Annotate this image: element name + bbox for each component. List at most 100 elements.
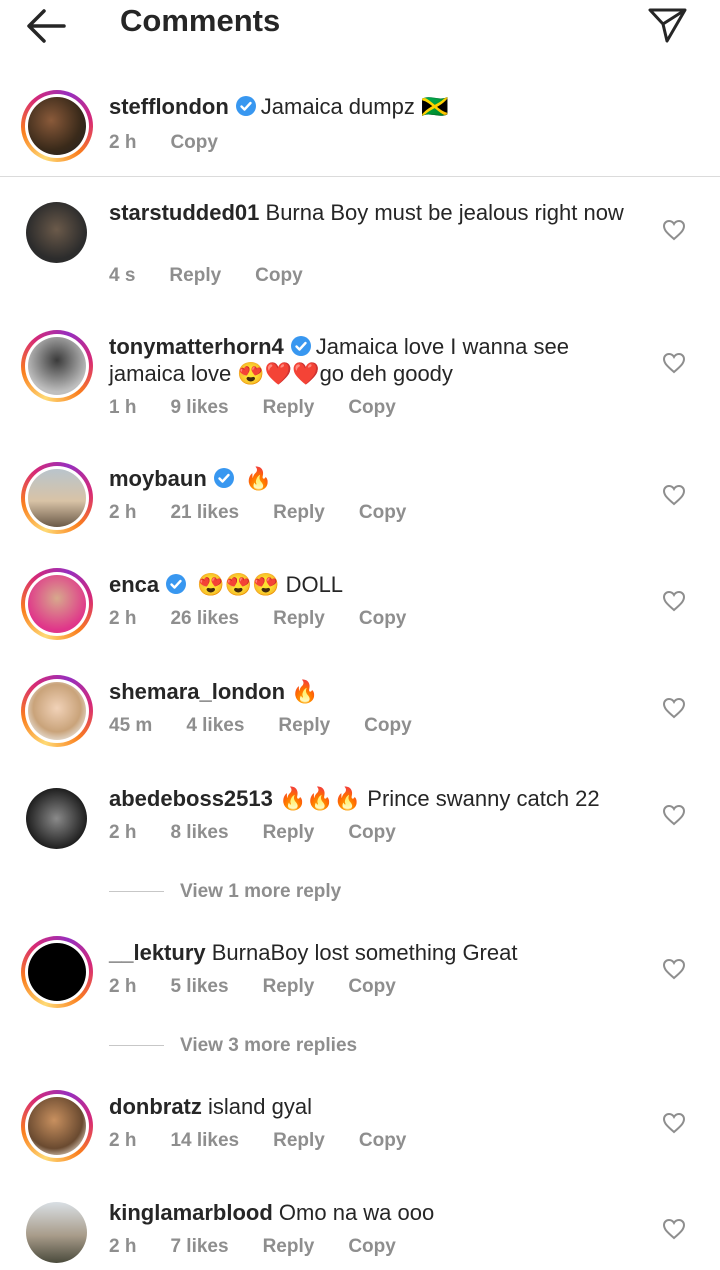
divider-line [109,891,164,893]
comment-text: tonymatterhorn4 Jamaica love I wanna see … [109,333,629,387]
paper-plane-icon[interactable] [645,4,689,44]
comment-body: BurnaBoy lost something Great [211,940,518,965]
reply-button[interactable]: Reply [169,265,221,287]
reply-button[interactable]: Reply [278,715,330,737]
comment-username[interactable]: donbratz [109,1094,202,1119]
reply-button[interactable]: Reply [273,502,325,524]
caption-time: 2 h [109,132,137,153]
reply-button[interactable]: Reply [263,822,315,844]
comment-body: Omo na wa ooo [278,1200,435,1225]
avatar[interactable] [26,788,87,849]
comment-body: 🔥🔥🔥 Prince swanny catch 22 [279,786,600,811]
copy-button[interactable]: Copy [255,265,303,287]
view-more-label: View 1 more reply [180,881,342,902]
verified-badge-icon [213,468,234,488]
comment-body: Burna Boy must be jealous right now [265,200,624,225]
heart-icon[interactable] [662,958,686,980]
comment-body: 😍😍😍 DOLL [197,572,344,597]
copy-button[interactable]: Copy [348,976,396,998]
avatar[interactable] [21,1090,93,1162]
comment-username[interactable]: starstudded01 [109,200,259,225]
reply-button[interactable]: Reply [263,1236,315,1258]
comment-text: abedeboss2513 🔥🔥🔥 Prince swanny catch 22 [109,785,629,812]
comment-text: moybaun 🔥 [109,465,629,492]
arrow-left-icon[interactable] [24,6,68,46]
reply-button[interactable]: Reply [263,397,315,419]
page-title: Comments [120,3,281,38]
heart-icon[interactable] [662,219,686,241]
copy-button[interactable]: Copy [348,822,396,844]
comment-body: 🔥 [244,466,273,491]
caption-meta: 2 h Copy [109,132,252,154]
comment-text: starstudded01 Burna Boy must be jealous … [109,199,629,226]
comment-meta: 2 h 26 likes Reply Copy [109,608,440,630]
avatar[interactable] [26,1202,87,1263]
likes-count[interactable]: 9 likes [170,397,228,419]
comment-text: kinglamarblood Omo na wa ooo [109,1199,629,1226]
comment-username[interactable]: tonymatterhorn4 [109,334,284,359]
caption-username[interactable]: stefflondon [109,94,229,119]
caption-body: Jamaica dumpz 🇯🇲 [260,94,449,119]
avatar[interactable] [21,90,93,162]
comment-time: 1 h [109,397,137,418]
comment-username[interactable]: kinglamarblood [109,1200,273,1225]
copy-button[interactable]: Copy [359,608,407,630]
copy-button[interactable]: Copy [348,397,396,419]
avatar[interactable] [21,936,93,1008]
reply-button[interactable]: Reply [263,976,315,998]
comment-username[interactable]: moybaun [109,466,207,491]
comment-username[interactable]: abedeboss2513 [109,786,273,811]
heart-icon[interactable] [662,804,686,826]
copy-button[interactable]: Copy [348,1236,396,1258]
likes-count[interactable]: 21 likes [170,502,239,524]
view-more-replies[interactable]: View 1 more reply [109,881,341,903]
heart-icon[interactable] [662,697,686,719]
comment-meta: 45 m 4 likes Reply Copy [109,715,446,737]
avatar[interactable] [21,330,93,402]
reply-button[interactable]: Reply [273,1130,325,1152]
caption-text: stefflondon Jamaica dumpz 🇯🇲 [109,93,629,120]
comment-text: shemara_london 🔥 [109,678,629,705]
view-more-label: View 3 more replies [180,1035,358,1056]
comment-meta: 2 h 21 likes Reply Copy [109,502,440,524]
comment-body: 🔥 [291,679,319,704]
comment-username[interactable]: enca [109,572,159,597]
verified-badge-icon [235,96,256,116]
comment-time: 2 h [109,822,137,843]
likes-count[interactable]: 14 likes [170,1130,239,1152]
comment-time: 2 h [109,502,137,523]
copy-button[interactable]: Copy [170,132,218,154]
avatar[interactable] [26,202,87,263]
divider-line [109,1045,164,1047]
comment-username[interactable]: __lektury [109,940,206,965]
heart-icon[interactable] [662,1112,686,1134]
reply-button[interactable]: Reply [273,608,325,630]
comment-username[interactable]: shemara_london [109,679,285,704]
heart-icon[interactable] [662,1218,686,1240]
comment-meta: 2 h 14 likes Reply Copy [109,1130,440,1152]
avatar[interactable] [21,462,93,534]
likes-count[interactable]: 8 likes [170,822,228,844]
avatar[interactable] [21,568,93,640]
likes-count[interactable]: 5 likes [170,976,228,998]
heart-icon[interactable] [662,484,686,506]
avatar[interactable] [21,675,93,747]
post-caption: stefflondon Jamaica dumpz 🇯🇲 2 h Copy [0,80,720,177]
view-more-replies[interactable]: View 3 more replies [109,1035,357,1057]
comment-meta: 4 s Reply Copy [109,265,337,287]
comment-meta: 2 h 5 likes Reply Copy [109,976,430,998]
likes-count[interactable]: 4 likes [186,715,244,737]
heart-icon[interactable] [662,352,686,374]
verified-badge-icon [166,574,187,594]
header-bar: Comments [0,0,720,60]
likes-count[interactable]: 26 likes [170,608,239,630]
heart-icon[interactable] [662,590,686,612]
copy-button[interactable]: Copy [359,502,407,524]
comment-meta: 2 h 8 likes Reply Copy [109,822,430,844]
copy-button[interactable]: Copy [359,1130,407,1152]
comment-time: 2 h [109,1236,137,1257]
comment-meta: 2 h 7 likes Reply Copy [109,1236,430,1258]
likes-count[interactable]: 7 likes [170,1236,228,1258]
copy-button[interactable]: Copy [364,715,412,737]
comment-text: donbratz island gyal [109,1093,629,1120]
